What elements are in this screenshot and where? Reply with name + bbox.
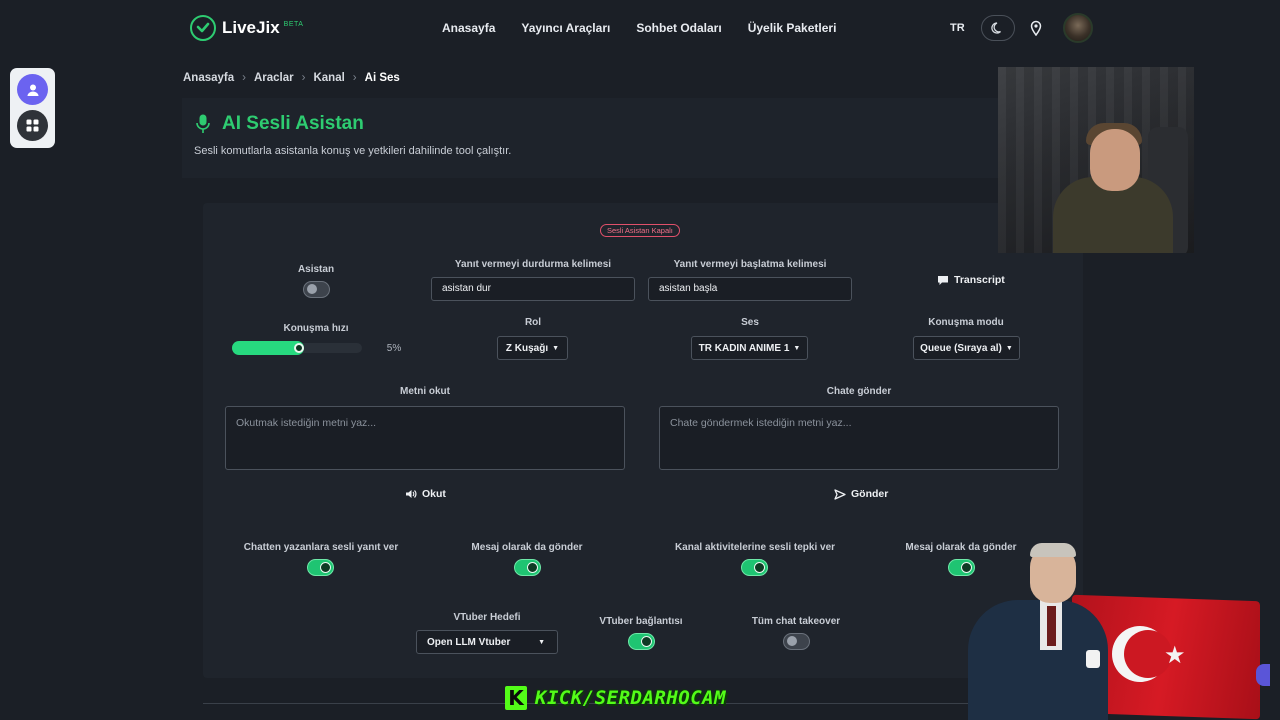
conversation-mode-label: Konuşma modu (928, 317, 1004, 328)
speed-label: Konuşma hızı (283, 323, 349, 334)
transcript-button[interactable]: Transcript (937, 274, 1005, 286)
speech-bubble-icon (938, 275, 948, 285)
microphone-icon (196, 114, 210, 139)
speaker-icon (406, 490, 417, 498)
read-button[interactable]: Okut (405, 488, 446, 500)
also-send-message-label-2: Mesaj olarak da gönder (905, 542, 1017, 553)
vtuber-target-label: VTuber Hedefi (453, 612, 521, 623)
page-title: AI Sesli Asistan (222, 113, 364, 134)
send-icon (834, 488, 846, 500)
channel-activity-toggle[interactable] (741, 559, 768, 576)
user-avatar[interactable] (1063, 13, 1093, 43)
voice-reply-label: Chatten yazanlara sesli yanıt ver (243, 542, 399, 553)
nav-link-membership[interactable]: Üyelik Paketleri (748, 21, 837, 35)
kick-channel-text: KICK/SERDARHOCAM (535, 687, 727, 709)
channel-activity-label: Kanal aktivitelerine sesli tepki ver (674, 542, 836, 553)
start-word-input[interactable]: asistan başla (648, 277, 852, 301)
logo-text: LiveJix (222, 18, 280, 37)
caret-down-icon: ▼ (1005, 344, 1013, 352)
nav-links: Anasayfa Yayıncı Araçları Sohbet Odaları… (442, 21, 836, 35)
moon-icon (991, 22, 1001, 34)
kick-logo-icon: K (505, 686, 527, 710)
transcript-label: Transcript (954, 274, 1005, 286)
chat-takeover-label: Tüm chat takeover (751, 616, 841, 627)
also-send-message-toggle[interactable] (514, 559, 541, 576)
logo[interactable]: LiveJix BETA (190, 15, 303, 41)
assistant-toggle[interactable] (303, 281, 330, 298)
breadcrumb-channel[interactable]: Kanal (313, 72, 344, 84)
voice-dropdown[interactable]: TR KADIN ANIME 1 ▼ (691, 336, 808, 360)
send-chat-label: Chate gönder (826, 386, 892, 397)
caret-down-icon: ▼ (793, 344, 801, 352)
webcam-overlay (998, 67, 1194, 253)
vtuber-connection-toggle[interactable] (628, 633, 655, 650)
vtuber-target-dropdown[interactable]: Open LLM Vtuber ▼ (416, 630, 558, 654)
profile-button[interactable] (17, 74, 48, 105)
read-text-label: Metni okut (400, 386, 450, 397)
breadcrumb-tools[interactable]: Araclar (254, 72, 294, 84)
speed-value: 5% (386, 343, 402, 354)
role-dropdown[interactable]: Z Kuşağı ▼ (497, 336, 568, 360)
caret-down-icon: ▼ (552, 344, 560, 352)
read-button-label: Okut (422, 488, 446, 500)
voice-value: TR KADIN ANIME 1 (698, 342, 790, 354)
voice-reply-toggle[interactable] (307, 559, 334, 576)
read-text-area[interactable]: Okutmak istediğin metni yaz... (225, 406, 625, 470)
send-button[interactable]: Gönder (834, 488, 888, 500)
stop-word-input[interactable]: asistan dur (431, 277, 635, 301)
chevron-right-icon: › (242, 72, 246, 84)
star-icon: ★ (1164, 642, 1186, 669)
stop-word-label: Yanıt vermeyi durdurma kelimesi (454, 259, 612, 270)
check-logo-icon (190, 15, 216, 41)
chevron-right-icon: › (352, 72, 357, 84)
role-value: Z Kuşağı (505, 342, 549, 354)
page-header-card (182, 98, 1002, 178)
chat-widget-button[interactable] (1256, 664, 1270, 686)
language-selector[interactable]: TR (950, 22, 965, 34)
breadcrumb: Anasayfa › Araclar › Kanal › Ai Ses (183, 72, 400, 84)
also-send-message-toggle-2[interactable] (948, 559, 975, 576)
send-chat-area[interactable]: Chate göndermek istediğin metni yaz... (659, 406, 1059, 470)
kick-channel-overlay: K KICK/SERDARHOCAM (505, 686, 726, 710)
caret-down-icon: ▼ (538, 638, 545, 646)
role-label: Rol (524, 317, 542, 328)
apps-button[interactable] (17, 110, 48, 141)
breadcrumb-current: Ai Ses (364, 72, 400, 84)
page-subtitle: Sesli komutlarla asistanla konuş ve yetk… (194, 145, 512, 157)
conversation-mode-value: Queue (Sıraya al) (920, 342, 1002, 354)
chevron-right-icon: › (301, 72, 306, 84)
start-word-label: Yanıt vermeyi başlatma kelimesi (673, 259, 827, 270)
grid-icon (26, 119, 39, 132)
vtuber-target-value: Open LLM Vtuber (427, 636, 511, 648)
assistant-label: Asistan (297, 264, 335, 275)
theme-toggle-button[interactable] (981, 15, 1015, 41)
top-navbar: LiveJix BETA Anasayfa Yayıncı Araçları S… (0, 0, 1280, 58)
voice-label: Ses (741, 317, 759, 328)
nav-link-home[interactable]: Anasayfa (442, 21, 495, 35)
also-send-message-label: Mesaj olarak da gönder (471, 542, 583, 553)
side-quick-panel (10, 68, 55, 148)
beta-badge: BETA (283, 20, 304, 28)
chat-takeover-toggle[interactable] (783, 633, 810, 650)
location-pin-icon[interactable] (1030, 20, 1042, 41)
breadcrumb-home[interactable]: Anasayfa (183, 72, 234, 84)
nav-link-streamer-tools[interactable]: Yayıncı Araçları (521, 21, 610, 35)
send-button-label: Gönder (851, 488, 889, 500)
user-icon (27, 84, 38, 96)
status-badge: Sesli Asistan Kapalı (600, 224, 680, 237)
speed-slider-thumb[interactable] (294, 343, 304, 353)
conversation-mode-dropdown[interactable]: Queue (Sıraya al) ▼ (913, 336, 1020, 360)
nav-link-chat-rooms[interactable]: Sohbet Odaları (636, 21, 721, 35)
vtuber-connection-label: VTuber bağlantısı (599, 616, 683, 627)
